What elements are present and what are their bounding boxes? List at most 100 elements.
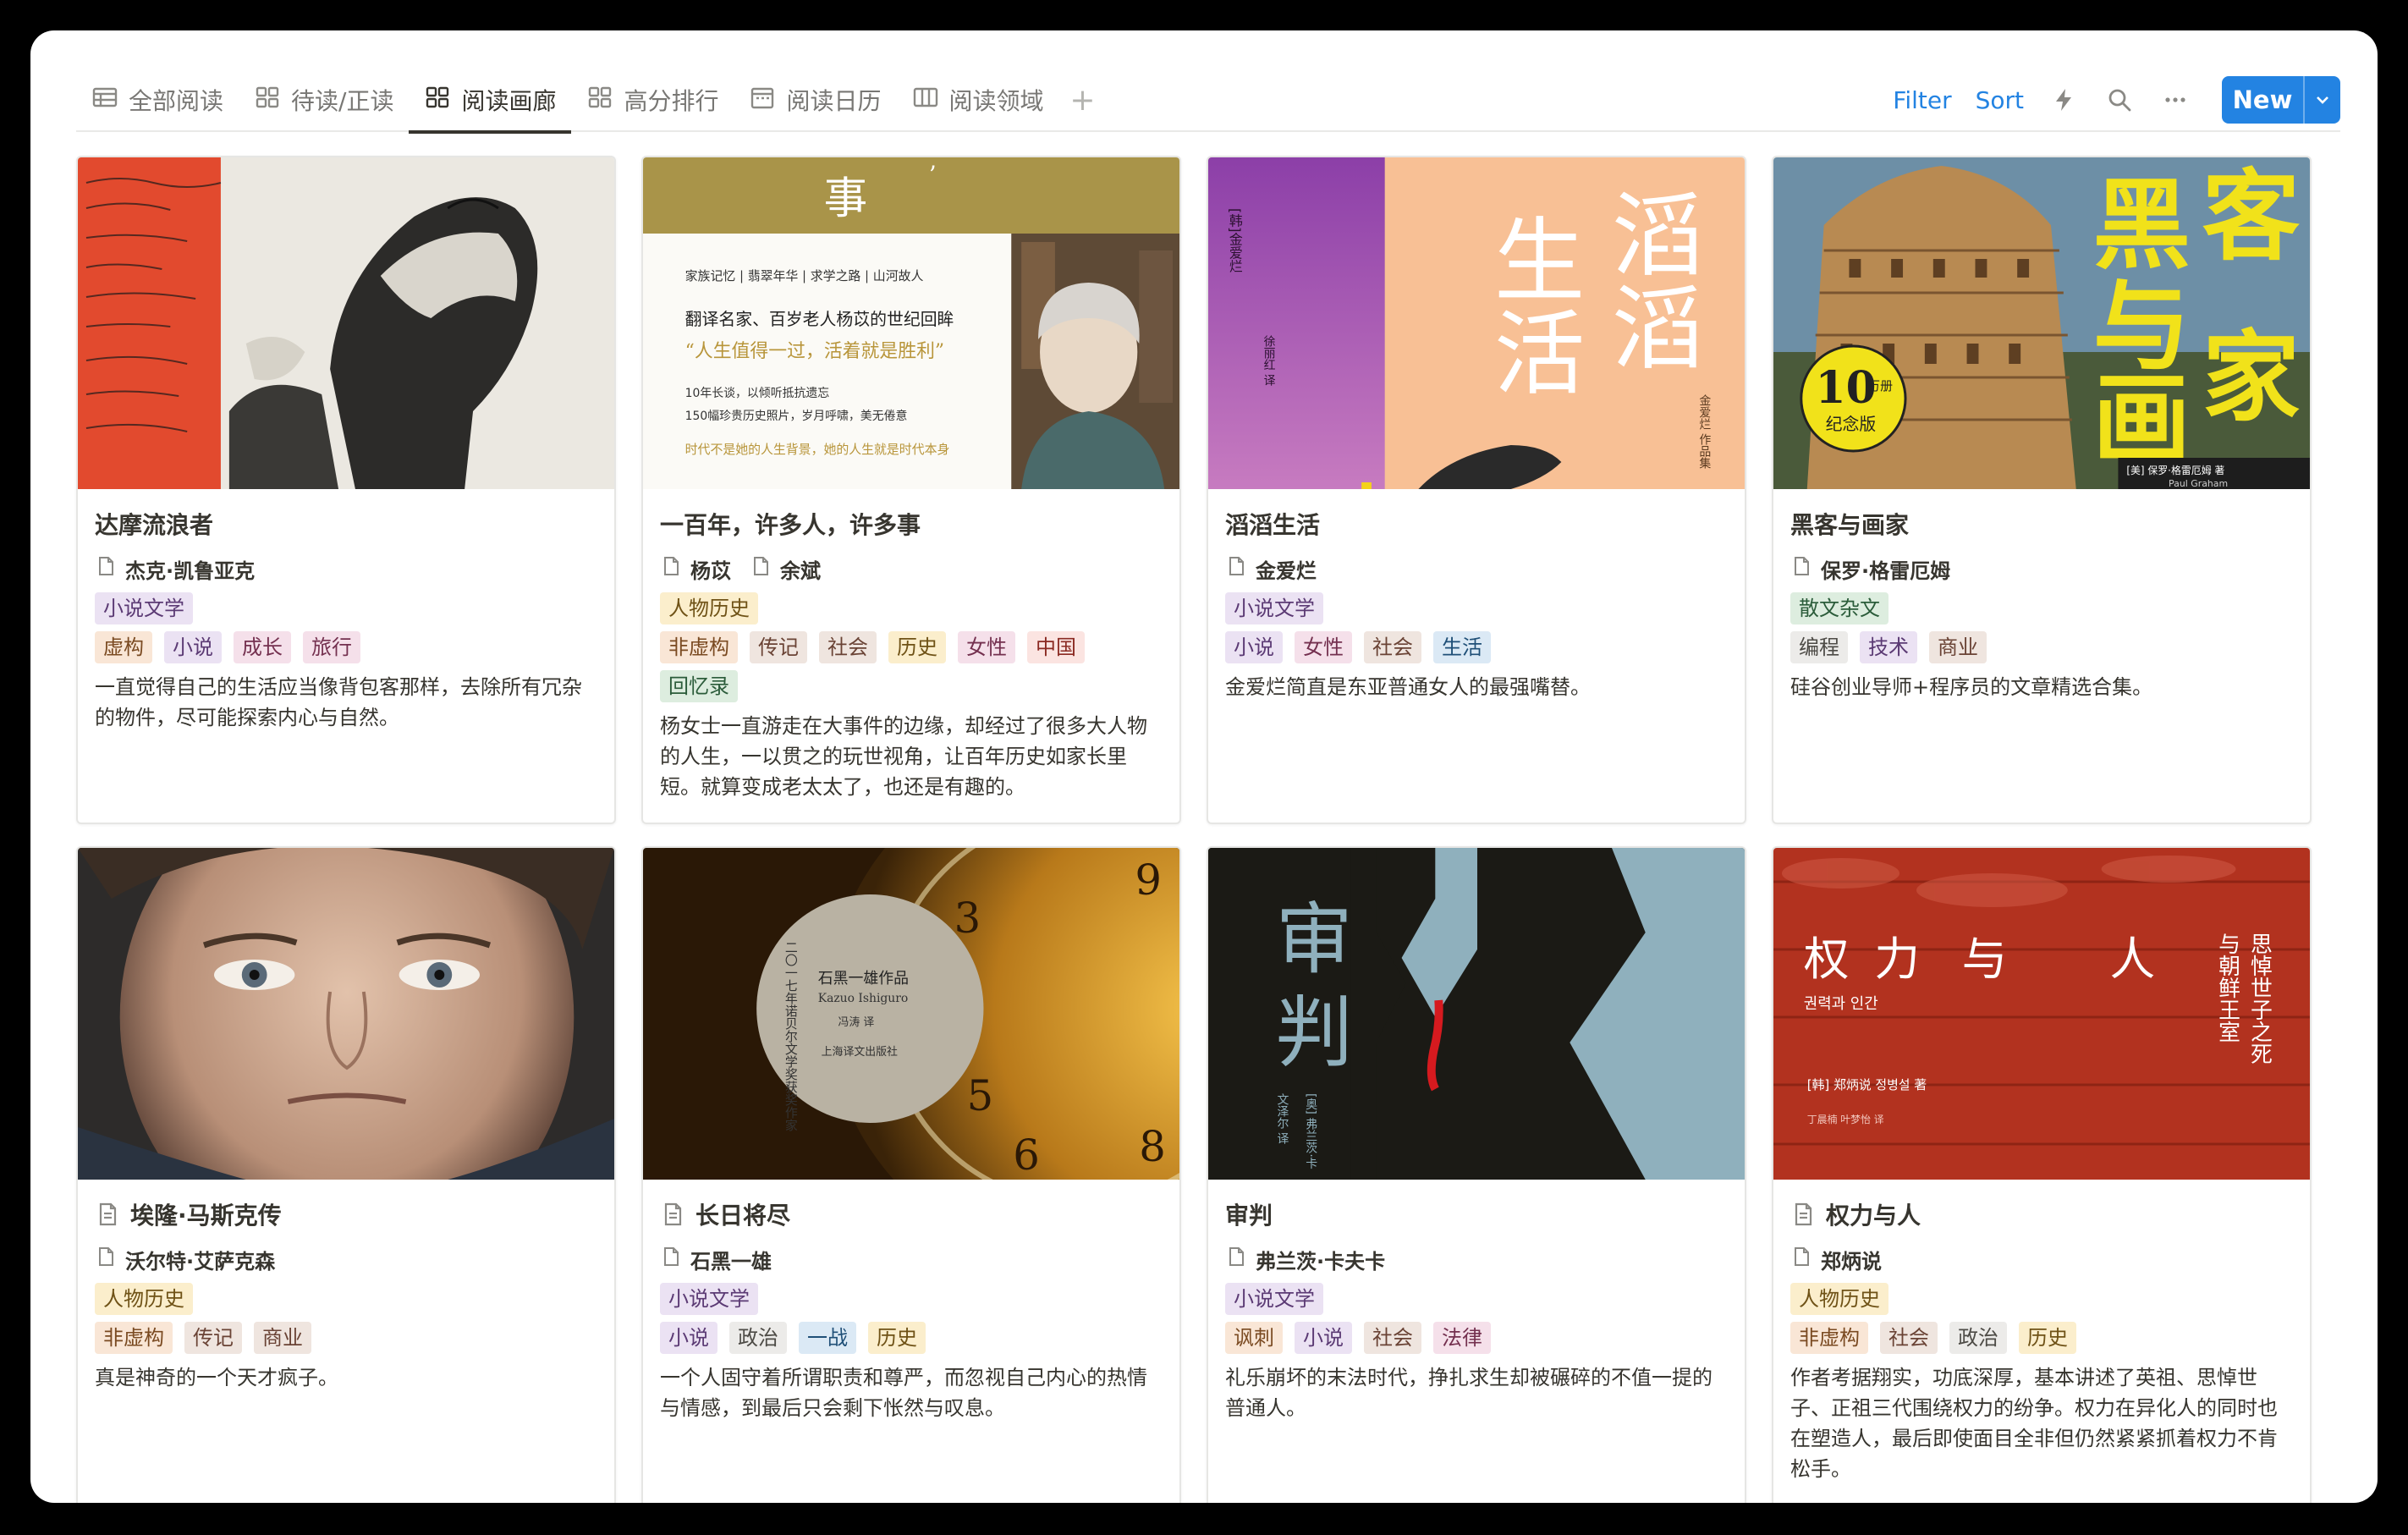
tab-domains[interactable]: 阅读领域: [897, 68, 1059, 132]
genre-tag: 小说文学: [660, 1283, 758, 1315]
topic-tag: 女性: [1295, 631, 1352, 663]
gallery-icon: [586, 84, 613, 117]
card-title[interactable]: 一百年，许多人，许多事: [660, 507, 921, 541]
topic-tag: 讽刺: [1225, 1322, 1283, 1354]
topic-tag: 社会: [1880, 1322, 1938, 1354]
new-button-label[interactable]: New: [2222, 76, 2303, 124]
card-title[interactable]: 审判: [1225, 1197, 1273, 1231]
view-toolbar: 全部阅读 待读/正读 阅读画廊 高分排行 阅读日历 阅读领域 + Filter …: [76, 68, 2340, 134]
topic-tags: 非虚构 社会 政治 历史: [1790, 1322, 2293, 1354]
author-name: 杨苡: [690, 558, 731, 583]
calendar-icon: [749, 84, 776, 117]
tab-label: 阅读领域: [948, 87, 1044, 115]
card-title[interactable]: 达摩流浪者: [95, 507, 213, 541]
gallery-card[interactable]: 权 力 与 人 권력과 인간 与朝鲜王室 思悼世子之死 [韩] 郑炳说 정병설 …: [1772, 846, 2312, 1503]
card-description: 金爱烂简直是东亚普通女人的最强嘴替。: [1225, 675, 1591, 699]
tab-calendar[interactable]: 阅读日历: [734, 68, 896, 132]
card-description: 一直觉得自己的生活应当像背包客那样，去除所有冗杂的物件，尽可能探索内心与自然。: [95, 675, 582, 729]
card-title[interactable]: 权力与人: [1826, 1197, 1921, 1231]
topic-tag: 商业: [254, 1322, 311, 1354]
author-link[interactable]: 保罗·格雷厄姆: [1790, 554, 1950, 584]
automation-bolt-icon[interactable]: [2036, 76, 2092, 124]
tab-to-read[interactable]: 待读/正读: [239, 68, 409, 132]
table-icon: [91, 84, 118, 117]
author-list: 金爱烂: [1225, 552, 1728, 586]
cover-big-char: 黑: [2093, 169, 2191, 283]
tab-label: 高分排行: [624, 87, 719, 115]
topic-tag: 中国: [1027, 631, 1085, 663]
page-icon: [95, 555, 117, 582]
card-description: 作者考据翔实，功底深厚，基本讲述了英祖、思悼世子、正祖三代围绕权力的纷争。权力在…: [1790, 1366, 2278, 1481]
sort-button[interactable]: Sort: [1964, 86, 2036, 114]
cover-translator: 文泽尔 译: [1275, 1093, 1289, 1145]
tab-gallery[interactable]: 阅读画廊: [409, 68, 572, 134]
gallery-card[interactable]: 事 ’ 家族记忆 | 翡翠年华 | 求学之路 | 山河故人 翻译名家、百岁老人杨…: [641, 156, 1181, 824]
clock-numeral: 3: [954, 894, 981, 943]
cover-translator: 徐丽红 译: [1262, 335, 1276, 387]
gallery-card[interactable]: 达摩流浪者 杰克·凯鲁亚克 小说文学 虚构 小说 成长 旅行 一直觉得自己的生活…: [76, 156, 616, 824]
author-link[interactable]: 杰克·凯鲁亚克: [95, 554, 255, 584]
author-link[interactable]: 金爱烂: [1225, 554, 1317, 584]
cover-big-char: 人: [2109, 933, 2155, 986]
author-name: 金爱烂: [1256, 558, 1317, 583]
author-name: 石黑一雄: [690, 1249, 772, 1274]
topic-tag: 虚构: [95, 631, 152, 663]
author-link[interactable]: 弗兰茨·卡夫卡: [1225, 1245, 1385, 1274]
topic-tag: 小说: [164, 631, 222, 663]
book-cover: 事 ’ 家族记忆 | 翡翠年华 | 求学之路 | 山河故人 翻译名家、百岁老人杨…: [643, 157, 1179, 489]
gallery-card[interactable]: 埃隆·马斯克传 沃尔特·艾萨克森 人物历史 非虚构 传记 商业 真是神奇的一个天…: [76, 846, 616, 1503]
genre-tags: 小说文学: [660, 1283, 1163, 1315]
cover-quote: “人生值得一过，活着就是胜利”: [685, 341, 944, 362]
card-body: 审判 弗兰茨·卡夫卡 小说文学 讽刺 小说 社会 法律 礼乐崩坏的末法时代，挣扎…: [1225, 1195, 1728, 1423]
author-name: 弗兰茨·卡夫卡: [1256, 1249, 1386, 1274]
search-icon[interactable]: [2092, 76, 2147, 124]
cover-author: [韩] 郑炳说 정병설 著: [1807, 1077, 1927, 1092]
new-button[interactable]: New: [2222, 76, 2340, 124]
tab-label: 阅读画廊: [461, 87, 557, 115]
topic-tag: 历史: [868, 1322, 926, 1354]
book-cover: Der Prozess 审 判 文泽尔 译 [奥] 弗兰茨·卡: [1208, 848, 1745, 1180]
genre-tag: 散文杂文: [1790, 592, 1888, 624]
card-title[interactable]: 埃隆·马斯克传: [130, 1197, 282, 1231]
topic-tag: 小说: [1295, 1322, 1352, 1354]
gallery-card[interactable]: [韩]金爱烂 徐丽红 译 도도한 滔 滔 生 活 金爱烂 作品集 滔滔生活 金爱…: [1207, 156, 1746, 824]
cover-translator: 丁晨楠 叶梦怡 译: [1807, 1113, 1884, 1125]
topic-tag: 回忆录: [660, 670, 738, 702]
card-title[interactable]: 滔滔生活: [1225, 507, 1320, 541]
cover-big-char: 客: [2202, 161, 2301, 274]
gallery-card[interactable]: 黑 客 与 画 家 10 万册 纪念版 [美] 保罗·格雷厄姆 著 Paul G…: [1772, 156, 2312, 824]
add-view-icon[interactable]: +: [1059, 68, 1107, 132]
topic-tag: 旅行: [303, 631, 360, 663]
tab-top-rated[interactable]: 高分排行: [571, 68, 734, 132]
app-window: 全部阅读 待读/正读 阅读画廊 高分排行 阅读日历 阅读领域 + Filter …: [30, 30, 2378, 1503]
card-title[interactable]: 黑客与画家: [1790, 507, 1909, 541]
book-cover: [78, 848, 614, 1180]
card-title[interactable]: 长日将尽: [695, 1197, 790, 1231]
tab-label: 全部阅读: [129, 87, 224, 115]
author-list: 保罗·格雷厄姆: [1790, 552, 2293, 586]
cover-big-char: 家: [2202, 322, 2301, 435]
author-link[interactable]: 沃尔特·艾萨克森: [95, 1245, 275, 1274]
more-options-icon[interactable]: [2147, 76, 2203, 124]
cover-line: 翻译名家、百岁老人杨苡的世纪回眸: [685, 310, 954, 329]
topic-tag: 传记: [750, 631, 807, 663]
tab-all-reading[interactable]: 全部阅读: [76, 68, 239, 132]
author-link[interactable]: 杨苡: [660, 554, 731, 584]
gallery-card[interactable]: Der Prozess 审 判 文泽尔 译 [奥] 弗兰茨·卡 审判 弗兰茨·卡…: [1207, 846, 1746, 1503]
cover-author-en: Paul Graham: [2169, 478, 2228, 489]
author-link[interactable]: 石黑一雄: [660, 1245, 772, 1274]
topic-tag: 社会: [819, 631, 877, 663]
topic-tag: 非虚构: [1790, 1322, 1868, 1354]
topic-tag: 小说: [1225, 631, 1283, 663]
gallery-icon: [424, 84, 451, 117]
gallery-card[interactable]: 9 3 4 5 6 8 二〇一七年诺贝尔文学奖获奖作家 石黑一雄作品 Kazuo…: [641, 846, 1181, 1503]
topic-tag: 小说: [660, 1322, 717, 1354]
cover-author: [奥] 弗兰茨·卡: [1304, 1093, 1317, 1169]
author-link[interactable]: 郑炳说: [1790, 1245, 1882, 1274]
chevron-down-icon[interactable]: [2303, 76, 2340, 124]
cover-author-en: Kazuo Ishiguro: [818, 992, 909, 1005]
cover-award: 二〇一七年诺贝尔文学奖获奖作家: [783, 941, 799, 1131]
author-link[interactable]: 余斌: [750, 554, 821, 584]
cover-works: 石黑一雄作品: [818, 970, 909, 988]
filter-button[interactable]: Filter: [1881, 86, 1963, 114]
